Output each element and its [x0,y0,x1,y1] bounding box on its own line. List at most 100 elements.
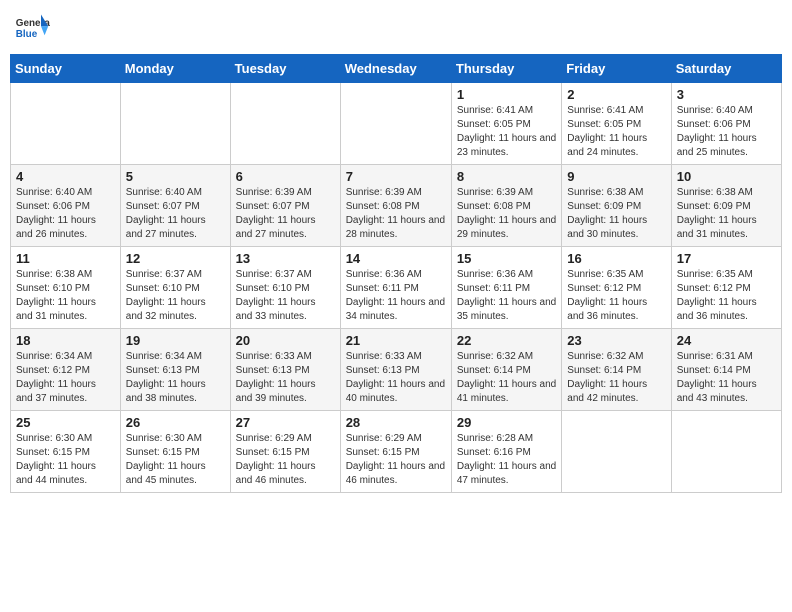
calendar-cell: 2 Sunrise: 6:41 AM Sunset: 6:05 PM Daylig… [562,83,671,165]
logo: General Blue [14,10,52,46]
calendar-cell: 14 Sunrise: 6:36 AM Sunset: 6:11 PM Dayli… [340,247,451,329]
calendar-cell [340,83,451,165]
day-number: 17 [677,251,776,266]
calendar-table: SundayMondayTuesdayWednesdayThursdayFrid… [10,54,782,493]
day-info: Sunrise: 6:41 AM Sunset: 6:05 PM Dayligh… [457,104,556,160]
calendar-cell: 9 Sunrise: 6:38 AM Sunset: 6:09 PM Daylig… [562,165,671,247]
calendar-cell: 27Sunrise: 6:29 AM Sunset: 6:15 PM Dayli… [230,411,340,493]
day-number: 9 [567,169,665,184]
day-number: 3 [677,87,776,102]
day-number: 25 [16,415,115,430]
calendar-cell: 18 Sunrise: 6:34 AM Sunset: 6:12 PM Dayli… [11,329,121,411]
day-number: 8 [457,169,556,184]
day-number: 28 [346,415,446,430]
calendar-day-header: Saturday [671,55,781,83]
calendar-cell: 23 Sunrise: 6:32 AM Sunset: 6:14 PM Dayli… [562,329,671,411]
day-number: 7 [346,169,446,184]
calendar-cell: 11 Sunrise: 6:38 AM Sunset: 6:10 PM Dayli… [11,247,121,329]
calendar-cell: 3 Sunrise: 6:40 AM Sunset: 6:06 PM Daylig… [671,83,781,165]
calendar-day-header: Tuesday [230,55,340,83]
calendar-cell: 12 Sunrise: 6:37 AM Sunset: 6:10 PM Dayli… [120,247,230,329]
day-info: Sunrise: 6:32 AM Sunset: 6:14 PM Dayligh… [567,350,665,406]
page-header: General Blue [10,10,782,46]
day-number: 2 [567,87,665,102]
calendar-cell: 4 Sunrise: 6:40 AM Sunset: 6:06 PM Daylig… [11,165,121,247]
calendar-week-row: 11 Sunrise: 6:38 AM Sunset: 6:10 PM Dayli… [11,247,782,329]
day-info: Sunrise: 6:39 AM Sunset: 6:08 PM Dayligh… [346,186,446,242]
svg-text:Blue: Blue [16,29,38,40]
calendar-cell: 13Sunrise: 6:37 AM Sunset: 6:10 PM Dayli… [230,247,340,329]
day-info: Sunrise: 6:40 AM Sunset: 6:06 PM Dayligh… [677,104,776,160]
day-info: Sunrise: 6:41 AM Sunset: 6:05 PM Dayligh… [567,104,665,160]
calendar-day-header: Sunday [11,55,121,83]
day-number: 29 [457,415,556,430]
calendar-week-row: 1 Sunrise: 6:41 AM Sunset: 6:05 PM Daylig… [11,83,782,165]
day-info: Sunrise: 6:36 AM Sunset: 6:11 PM Dayligh… [457,268,556,324]
day-number: 10 [677,169,776,184]
day-info: Sunrise: 6:34 AM Sunset: 6:13 PM Dayligh… [126,350,225,406]
calendar-day-header: Friday [562,55,671,83]
day-info: Sunrise: 6:39 AM Sunset: 6:08 PM Dayligh… [457,186,556,242]
day-info: Sunrise: 6:29 AM Sunset: 6:15 PM Dayligh… [346,432,446,488]
day-info: Sunrise: 6:37 AM Sunset: 6:10 PM Dayligh… [126,268,225,324]
day-info: Sunrise: 6:33 AM Sunset: 6:13 PM Dayligh… [346,350,446,406]
calendar-week-row: 18 Sunrise: 6:34 AM Sunset: 6:12 PM Dayli… [11,329,782,411]
calendar-day-header: Wednesday [340,55,451,83]
day-number: 23 [567,333,665,348]
day-number: 5 [126,169,225,184]
day-info: Sunrise: 6:32 AM Sunset: 6:14 PM Dayligh… [457,350,556,406]
calendar-cell [671,411,781,493]
day-number: 24 [677,333,776,348]
day-info: Sunrise: 6:34 AM Sunset: 6:12 PM Dayligh… [16,350,115,406]
day-info: Sunrise: 6:36 AM Sunset: 6:11 PM Dayligh… [346,268,446,324]
calendar-cell: 24 Sunrise: 6:31 AM Sunset: 6:14 PM Dayli… [671,329,781,411]
calendar-cell: 25 Sunrise: 6:30 AM Sunset: 6:15 PM Dayli… [11,411,121,493]
day-info: Sunrise: 6:35 AM Sunset: 6:12 PM Dayligh… [677,268,776,324]
calendar-week-row: 4 Sunrise: 6:40 AM Sunset: 6:06 PM Daylig… [11,165,782,247]
calendar-day-header: Monday [120,55,230,83]
calendar-cell: 28 Sunrise: 6:29 AM Sunset: 6:15 PM Dayli… [340,411,451,493]
calendar-cell [562,411,671,493]
day-number: 21 [346,333,446,348]
day-number: 16 [567,251,665,266]
day-info: Sunrise: 6:37 AM Sunset: 6:10 PM Dayligh… [236,268,335,324]
calendar-cell [120,83,230,165]
day-info: Sunrise: 6:30 AM Sunset: 6:15 PM Dayligh… [16,432,115,488]
day-info: Sunrise: 6:31 AM Sunset: 6:14 PM Dayligh… [677,350,776,406]
calendar-day-header: Thursday [451,55,561,83]
day-number: 14 [346,251,446,266]
calendar-week-row: 25 Sunrise: 6:30 AM Sunset: 6:15 PM Dayli… [11,411,782,493]
day-number: 1 [457,87,556,102]
calendar-cell: 19 Sunrise: 6:34 AM Sunset: 6:13 PM Dayli… [120,329,230,411]
day-number: 11 [16,251,115,266]
day-number: 4 [16,169,115,184]
calendar-cell: 6Sunrise: 6:39 AM Sunset: 6:07 PM Daylig… [230,165,340,247]
day-info: Sunrise: 6:39 AM Sunset: 6:07 PM Dayligh… [236,186,335,242]
day-number: 18 [16,333,115,348]
calendar-cell: 26 Sunrise: 6:30 AM Sunset: 6:15 PM Dayli… [120,411,230,493]
calendar-cell [230,83,340,165]
calendar-cell: 29Sunrise: 6:28 AM Sunset: 6:16 PM Dayli… [451,411,561,493]
day-info: Sunrise: 6:38 AM Sunset: 6:09 PM Dayligh… [567,186,665,242]
calendar-cell: 20 Sunrise: 6:33 AM Sunset: 6:13 PM Dayli… [230,329,340,411]
day-info: Sunrise: 6:40 AM Sunset: 6:07 PM Dayligh… [126,186,225,242]
calendar-cell: 10 Sunrise: 6:38 AM Sunset: 6:09 PM Dayli… [671,165,781,247]
day-number: 20 [236,333,335,348]
day-info: Sunrise: 6:30 AM Sunset: 6:15 PM Dayligh… [126,432,225,488]
day-number: 22 [457,333,556,348]
calendar-cell: 8 Sunrise: 6:39 AM Sunset: 6:08 PM Daylig… [451,165,561,247]
day-info: Sunrise: 6:38 AM Sunset: 6:10 PM Dayligh… [16,268,115,324]
day-info: Sunrise: 6:38 AM Sunset: 6:09 PM Dayligh… [677,186,776,242]
day-number: 19 [126,333,225,348]
day-number: 27 [236,415,335,430]
calendar-cell [11,83,121,165]
day-info: Sunrise: 6:40 AM Sunset: 6:06 PM Dayligh… [16,186,115,242]
day-info: Sunrise: 6:35 AM Sunset: 6:12 PM Dayligh… [567,268,665,324]
calendar-cell: 1 Sunrise: 6:41 AM Sunset: 6:05 PM Daylig… [451,83,561,165]
day-number: 12 [126,251,225,266]
day-number: 15 [457,251,556,266]
day-number: 26 [126,415,225,430]
calendar-cell: 21 Sunrise: 6:33 AM Sunset: 6:13 PM Dayli… [340,329,451,411]
calendar-cell: 16 Sunrise: 6:35 AM Sunset: 6:12 PM Dayli… [562,247,671,329]
day-info: Sunrise: 6:33 AM Sunset: 6:13 PM Dayligh… [236,350,335,406]
